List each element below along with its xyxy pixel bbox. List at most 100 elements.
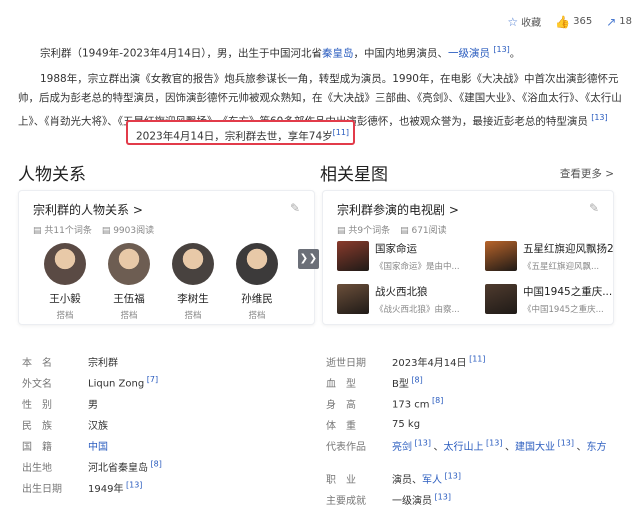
- show-text: 中国1945之重庆... 《中国1945之重庆...: [523, 284, 612, 315]
- person-item[interactable]: 孙维民 搭档: [235, 243, 279, 321]
- thumbs-up-icon: 👍: [555, 14, 571, 29]
- info-label: 出生日期: [22, 483, 62, 495]
- avatar: [108, 243, 150, 285]
- separator: 、: [576, 441, 587, 453]
- work-link[interactable]: 太行山上: [444, 442, 484, 453]
- info-row: 性 别男: [22, 394, 98, 412]
- avatar: [172, 243, 214, 285]
- info-label: 体 重: [326, 420, 356, 432]
- inline-link[interactable]: 秦皇岛: [322, 48, 354, 60]
- person-role: 搭档: [184, 311, 202, 321]
- reference-link[interactable]: [7]: [144, 375, 158, 384]
- show-subtitle: 《中国1945之重庆...: [523, 305, 604, 315]
- info-value: B型 [8]: [392, 375, 423, 390]
- reference-link[interactable]: [13]: [484, 438, 506, 447]
- show-item[interactable]: 战火西北狼《战火西北狼》由察...: [337, 284, 477, 315]
- show-text: 五星红旗迎风飘扬2 《五星红旗迎风飘...: [523, 241, 614, 272]
- person-item[interactable]: 王小毅 搭档: [43, 243, 87, 321]
- death-highlight-ref[interactable]: [11]: [333, 128, 349, 137]
- show-title: 战火西北狼: [375, 286, 428, 298]
- edit-pencil-icon[interactable]: ✎: [290, 201, 300, 215]
- person-item[interactable]: 王伍福 搭档: [107, 243, 151, 321]
- collect-label: 收藏: [521, 18, 542, 29]
- work-link[interactable]: 建国大业: [515, 442, 555, 453]
- show-item[interactable]: 五星红旗迎风飘扬2 《五星红旗迎风飘...: [485, 241, 625, 272]
- avatar: [236, 243, 278, 285]
- person-name: 李树生: [177, 293, 209, 305]
- reference-link[interactable]: [13]: [493, 45, 509, 54]
- info-row: 体 重 75 kg: [326, 415, 420, 433]
- view-more-link[interactable]: 查看更多 >: [560, 166, 614, 181]
- entry-count: ▤ 共9个词条: [337, 226, 391, 236]
- info-label: 主要成就: [326, 495, 366, 507]
- reference-link[interactable]: [13]: [555, 438, 577, 447]
- info-row: 逝世日期 2023年4月14日 [11]: [326, 352, 486, 370]
- reference-link[interactable]: [13]: [432, 492, 451, 501]
- share-count: 18: [619, 16, 632, 27]
- info-row: 外文名 Liqun Zong [7]: [22, 373, 158, 391]
- separator: 、: [433, 441, 444, 453]
- show-title: 中国1945之重庆...: [523, 286, 613, 298]
- edit-pencil-icon[interactable]: ✎: [589, 201, 599, 215]
- chevron-right-icon: >: [448, 203, 459, 217]
- intro-paragraph-1: 宗利群（1949年-2023年4月14日），男，出生于中国河北省秦皇岛，中国内地…: [18, 40, 623, 64]
- info-label: 逝世日期: [326, 357, 366, 369]
- info-label: 民 族: [22, 420, 52, 432]
- show-item[interactable]: 国家命运 《国家命运》是由中...: [337, 241, 477, 272]
- info-row: 出生日期 1949年 [13]: [22, 478, 142, 496]
- reference-link[interactable]: [13]: [591, 113, 607, 122]
- info-value: 演员、军人 [13]: [392, 471, 461, 486]
- info-row: 血 型 B型 [8]: [326, 373, 423, 391]
- info-row: 主要成就 一级演员 [13]: [326, 490, 451, 508]
- relations-card-title-text: 宗利群的人物关系: [33, 203, 130, 217]
- person-role: 搭档: [248, 311, 266, 321]
- reference-link[interactable]: [11]: [467, 354, 485, 363]
- info-value[interactable]: 中国: [88, 438, 108, 453]
- info-value: 河北省秦皇岛 [8]: [88, 459, 162, 474]
- person-role: 搭档: [56, 311, 74, 321]
- intro-text: ，中国内地男演员、: [353, 47, 449, 60]
- work-link[interactable]: 东方: [587, 442, 607, 453]
- separator: 、: [505, 441, 516, 453]
- info-label: 国 籍: [22, 441, 52, 453]
- show-subtitle: 《战火西北狼》由察...: [375, 305, 460, 315]
- star-icon: ☆: [507, 14, 519, 29]
- reference-link[interactable]: [13]: [412, 438, 434, 447]
- show-item[interactable]: 中国1945之重庆... 《中国1945之重庆...: [485, 284, 625, 315]
- reference-link[interactable]: [13]: [123, 480, 142, 489]
- person-item[interactable]: 李树生 搭档: [171, 243, 215, 321]
- info-row: 职 业 演员、军人 [13]: [326, 469, 461, 487]
- inline-link[interactable]: 一级演员: [448, 48, 490, 60]
- like-count: 365: [573, 16, 593, 27]
- relations-card: 宗利群的人物关系 > ✎ ▤ 共11个词条 ▤ 9903阅读 王小毅 搭档 王伍福搭…: [18, 190, 315, 325]
- death-highlight-text: 2023年4月14日，宗利群去世，享年74岁: [136, 130, 333, 143]
- share-button[interactable]: ↗ 18: [606, 15, 632, 29]
- reference-link[interactable]: [13]: [442, 471, 461, 480]
- related-card: 宗利群参演的电视剧 > ✎ ▤ 共9个词条 ▤ 671阅读 国家命运 《国家命运》…: [307, 190, 614, 325]
- info-value: 亮剑 [13] 、太行山上 [13] 、建国大业 [13] 、东方: [392, 438, 607, 453]
- relations-card-title[interactable]: 宗利群的人物关系 >: [33, 201, 143, 218]
- work-link[interactable]: 亮剑: [392, 442, 412, 453]
- info-label: 外文名: [22, 378, 52, 390]
- like-button[interactable]: 👍 365: [555, 15, 592, 29]
- info-value: 1949年 [13]: [88, 480, 143, 495]
- entry-count: ▤ 共11个词条: [33, 226, 92, 236]
- collect-button[interactable]: ☆ 收藏: [507, 14, 542, 30]
- info-label: 血 型: [326, 378, 356, 390]
- view-count: ▤ 671阅读: [400, 226, 447, 236]
- reference-link[interactable]: [8]: [430, 396, 443, 405]
- prev-arrow-icon[interactable]: ❯: [307, 249, 319, 269]
- reference-link[interactable]: [8]: [148, 459, 162, 468]
- reference-link[interactable]: [8]: [409, 375, 422, 384]
- info-value: 男: [88, 399, 98, 411]
- chevron-right-icon: >: [132, 203, 143, 217]
- info-row: 国 籍 中国: [22, 436, 108, 454]
- view-count: ▤ 9903阅读: [101, 226, 155, 236]
- related-card-title[interactable]: 宗利群参演的电视剧 >: [337, 201, 459, 218]
- info-value: Liqun Zong [7]: [88, 374, 159, 390]
- relations-section-title: 人物关系: [18, 165, 86, 185]
- info-value-link[interactable]: 中国: [88, 442, 108, 453]
- info-value-link[interactable]: 军人: [422, 475, 442, 486]
- share-icon: ↗: [606, 14, 617, 29]
- view-more-label: 查看更多: [559, 168, 602, 180]
